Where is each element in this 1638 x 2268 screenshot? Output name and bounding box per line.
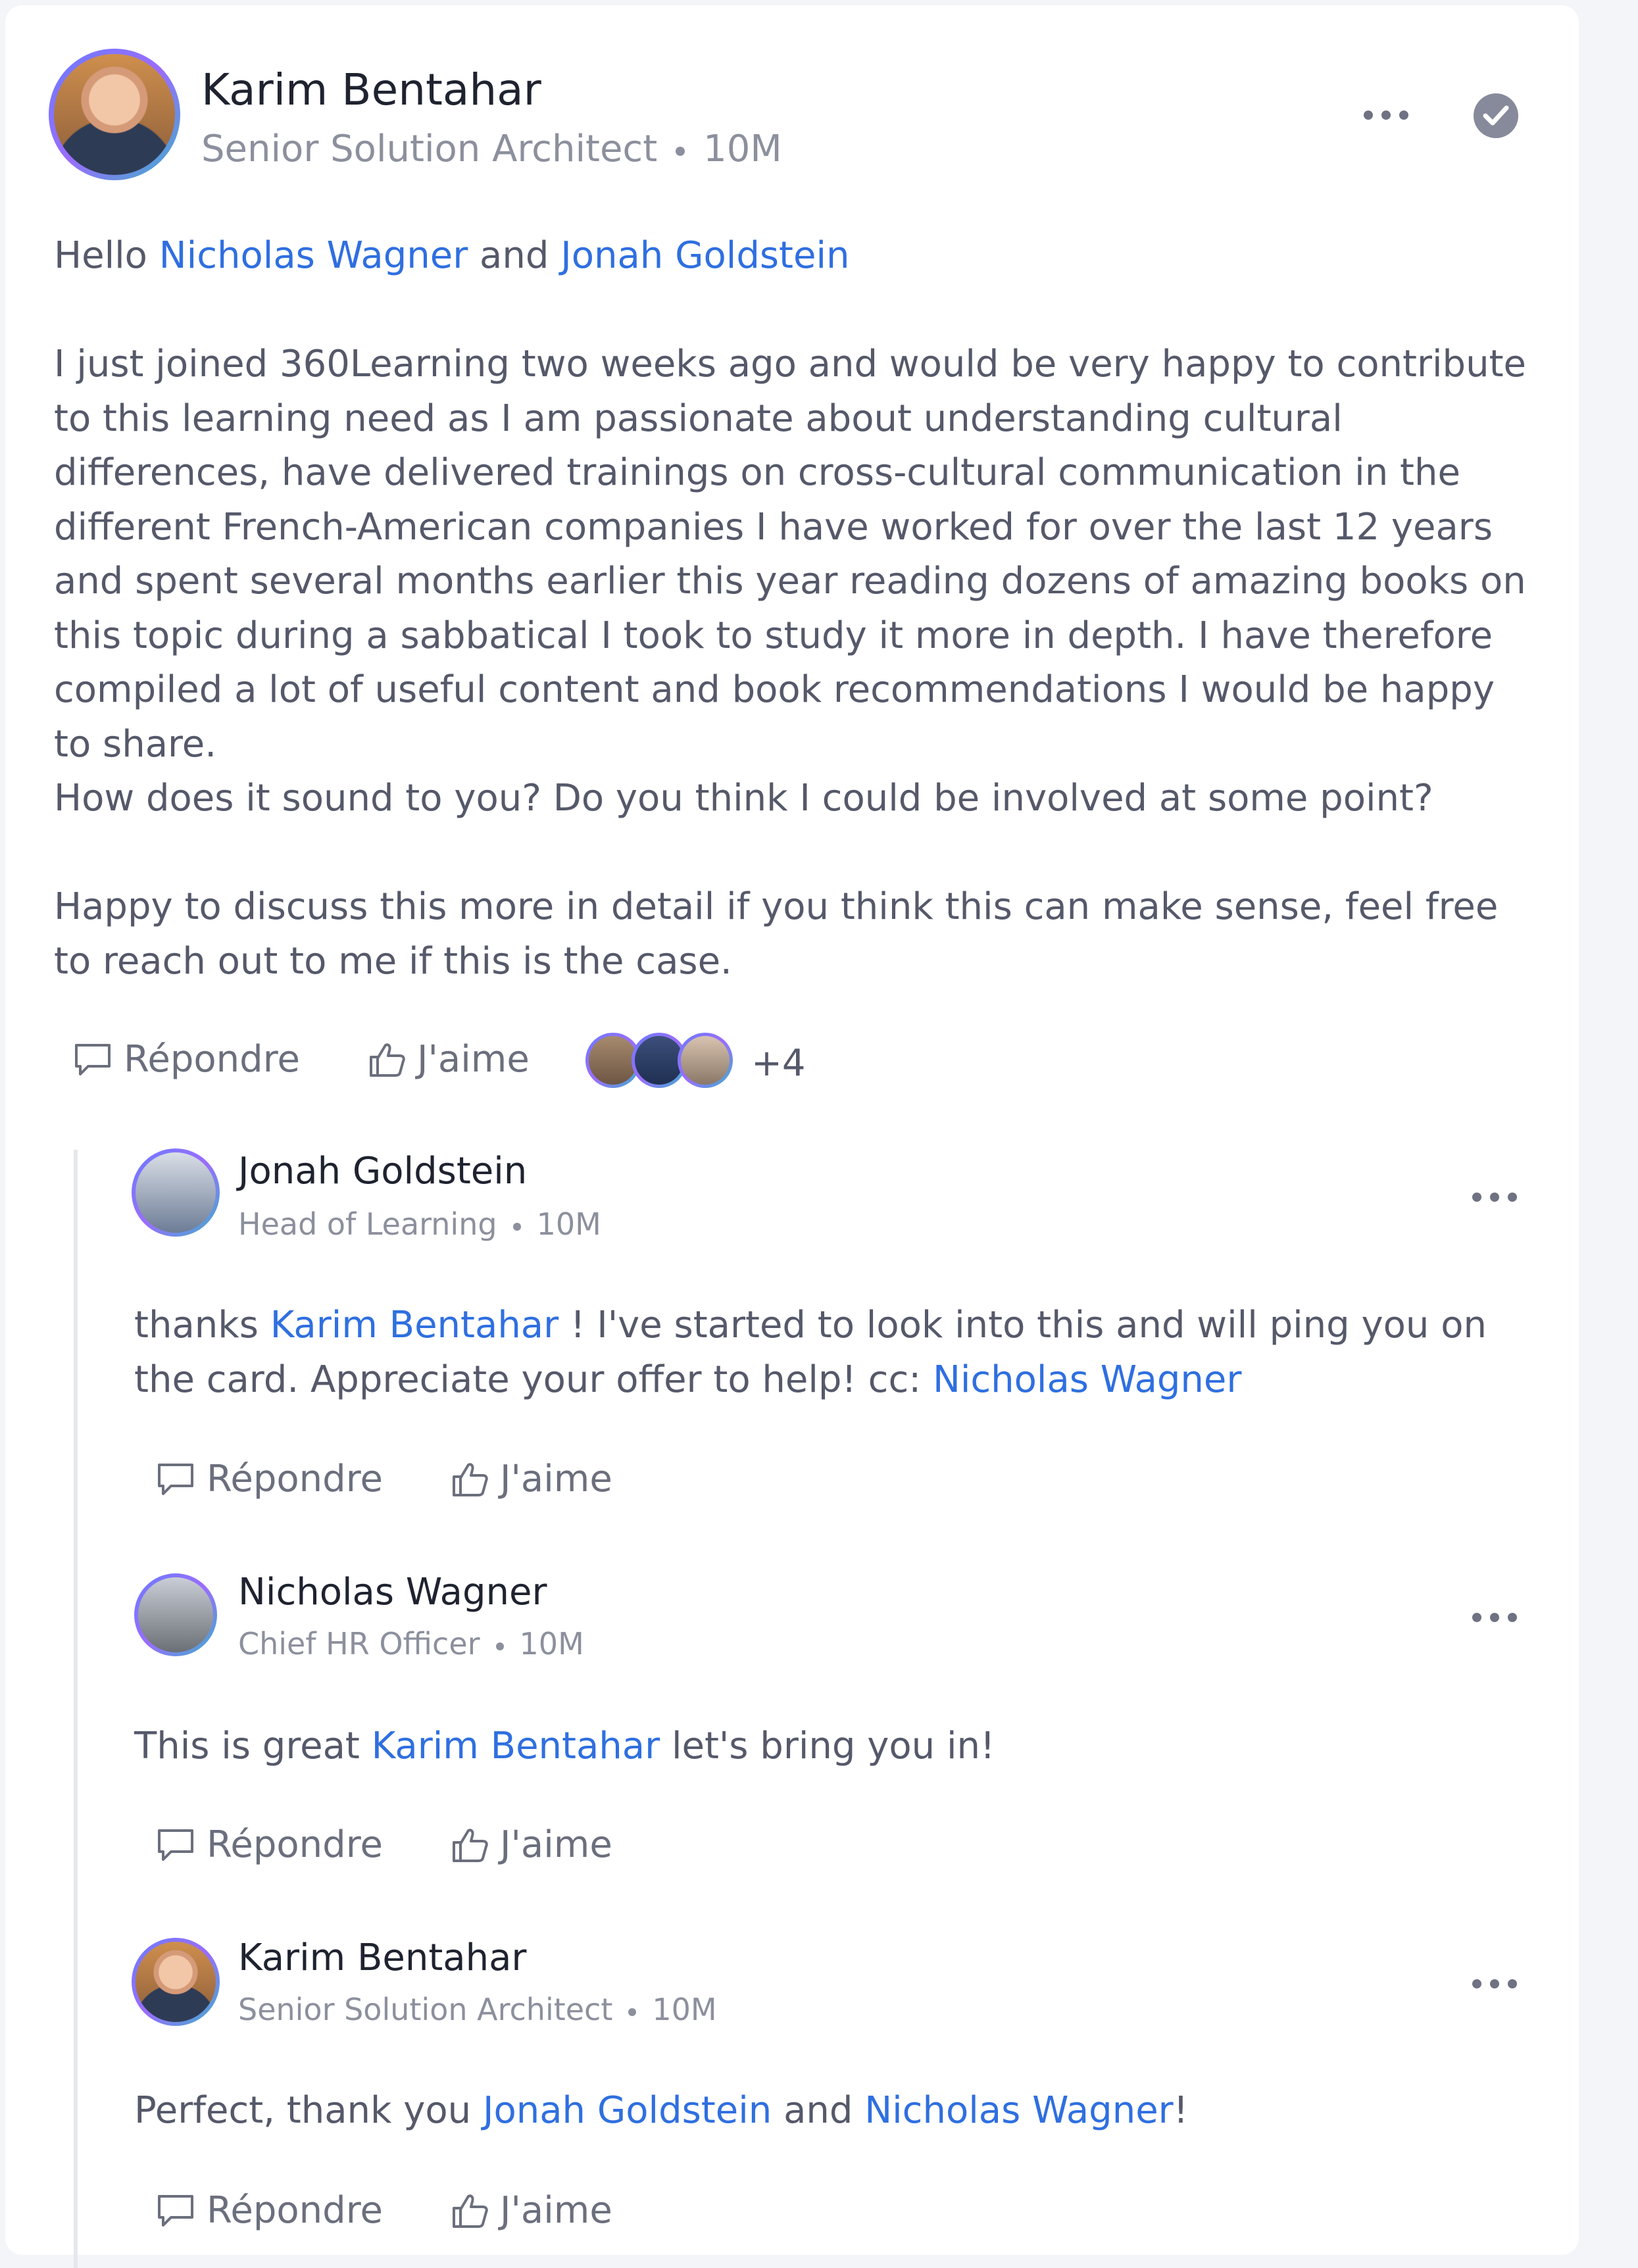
mention-link[interactable]: Nicholas Wagner — [159, 234, 468, 277]
mention-link[interactable]: Jonah Goldstein — [483, 2089, 772, 2132]
author-role: Senior Solution Architect — [201, 128, 658, 170]
mention-link[interactable]: Jonah Goldstein — [560, 234, 849, 277]
post-greeting: Hello Nicholas Wagner and Jonah Goldstei… — [54, 229, 1534, 284]
author-meta: Senior Solution Architect 10M — [201, 128, 782, 170]
reply-meta: Head of Learning 10M — [238, 1206, 601, 1242]
more-options-icon[interactable] — [1364, 108, 1410, 121]
more-options-icon[interactable] — [1472, 1977, 1518, 1990]
reply-avatar[interactable] — [132, 1148, 220, 1237]
reply-role: Senior Solution Architect — [238, 1992, 613, 2027]
reply-avatar[interactable] — [132, 1938, 220, 2026]
like-label: J'aime — [500, 2189, 612, 2232]
reply-label: Répondre — [207, 1458, 383, 1500]
mention-link[interactable]: Nicholas Wagner — [933, 1358, 1241, 1401]
reply-text: This is great Karim Bentahar let's bring… — [134, 1725, 995, 1767]
reply-author[interactable]: Nicholas Wagner — [238, 1571, 547, 1614]
more-options-icon[interactable] — [1472, 1610, 1518, 1623]
separator-dot — [676, 146, 685, 156]
reply-bubble-icon — [75, 1043, 111, 1075]
reply-button[interactable]: Répondre — [155, 1823, 383, 1866]
mention-link[interactable]: Nicholas Wagner — [864, 2089, 1173, 2132]
reply-text: Perfect, thank you Jonah Goldstein and N… — [134, 2089, 1189, 2132]
reply-meta: Chief HR Officer 10M — [238, 1626, 584, 1662]
reply-button[interactable]: Répondre — [155, 2189, 383, 2232]
reply-label: Répondre — [124, 1038, 300, 1081]
post-paragraph: Happy to discuss this more in detail if … — [54, 885, 1499, 983]
like-label: J'aime — [500, 1823, 612, 1866]
like-label: J'aime — [500, 1458, 612, 1500]
more-options-icon[interactable] — [1472, 1190, 1518, 1203]
post-time: 10M — [703, 128, 782, 170]
post-paragraph: I just joined 360Learning two weeks ago … — [54, 343, 1527, 766]
greeting-text: Hello — [54, 234, 147, 277]
thumbs-up-icon — [453, 2194, 488, 2228]
verified-check-icon[interactable] — [1474, 93, 1518, 138]
author-avatar[interactable] — [49, 49, 180, 180]
post-paragraph: How does it sound to you? Do you think I… — [54, 777, 1433, 820]
reply-bubble-icon — [158, 1829, 193, 1861]
thumbs-up-icon — [453, 1828, 488, 1862]
post-card: Karim Bentahar Senior Solution Architect… — [5, 5, 1579, 2268]
reply-author[interactable]: Karim Bentahar — [238, 1936, 526, 1979]
reply-author[interactable]: Jonah Goldstein — [238, 1150, 527, 1193]
reply-meta: Senior Solution Architect 10M — [238, 1992, 717, 2027]
thumbs-up-icon — [453, 1462, 488, 1496]
mention-link[interactable]: Karim Bentahar — [270, 1304, 558, 1346]
like-button[interactable]: J'aime — [367, 1038, 530, 1081]
reply-role: Chief HR Officer — [238, 1626, 480, 1662]
like-button[interactable]: J'aime — [450, 1823, 612, 1866]
greeting-joiner: and — [480, 234, 549, 277]
author-name[interactable]: Karim Bentahar — [201, 64, 541, 115]
reply-avatar[interactable] — [134, 1573, 217, 1656]
reply-time: 10M — [652, 1992, 717, 2027]
reply-role: Head of Learning — [238, 1206, 497, 1242]
mention-link[interactable]: Karim Bentahar — [372, 1725, 660, 1767]
reply-text: thanks Karim Bentahar ! I've started to … — [134, 1304, 1487, 1401]
reply-bubble-icon — [158, 1463, 193, 1495]
thread-line — [74, 1150, 78, 2268]
reply-button[interactable]: Répondre — [155, 1458, 383, 1500]
reply-time: 10M — [536, 1206, 601, 1242]
separator-dot — [495, 1642, 504, 1650]
separator-dot — [512, 1222, 521, 1231]
like-label: J'aime — [417, 1038, 530, 1081]
separator-dot — [628, 2008, 637, 2016]
thumbs-up-icon — [370, 1043, 405, 1077]
reply-button[interactable]: Répondre — [72, 1038, 300, 1081]
reply-bubble-icon — [158, 2194, 193, 2227]
reply-time: 10M — [519, 1626, 584, 1662]
like-button[interactable]: J'aime — [450, 1458, 612, 1500]
reply-label: Répondre — [207, 1823, 383, 1866]
reply-label: Répondre — [207, 2189, 383, 2232]
like-button[interactable]: J'aime — [450, 2189, 612, 2232]
likers-more-count[interactable]: +4 — [751, 1042, 806, 1085]
